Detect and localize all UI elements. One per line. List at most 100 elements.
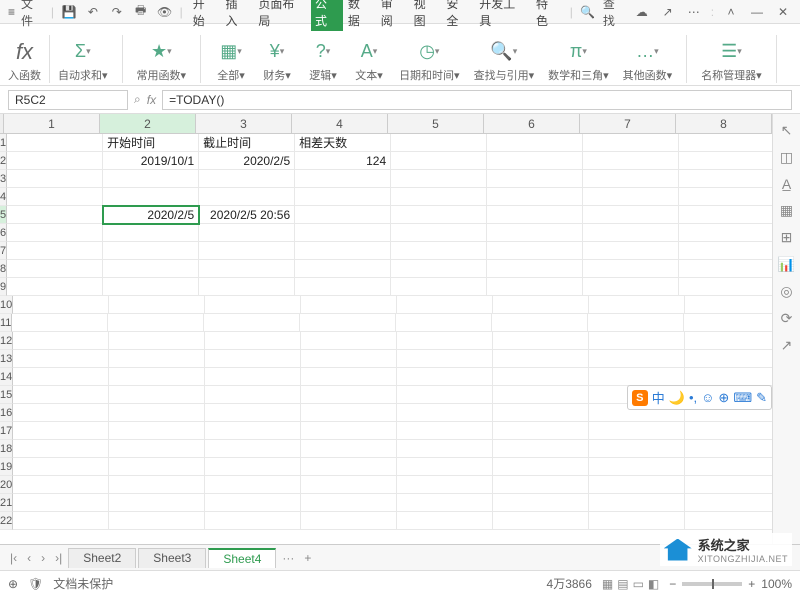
sheet-nav-first[interactable]: |‹ xyxy=(6,551,21,565)
sheet-nav-next[interactable]: › xyxy=(37,551,49,565)
cell[interactable] xyxy=(7,152,103,170)
cell[interactable] xyxy=(679,170,772,188)
cell[interactable]: 2020/2/5 20:56 xyxy=(199,206,295,224)
format-icon[interactable]: A̲ xyxy=(782,176,791,192)
ribbon-group-7[interactable]: ◷▾日期和时间▾ xyxy=(399,37,460,83)
cell[interactable] xyxy=(301,404,397,422)
cell[interactable] xyxy=(685,296,772,314)
col-header[interactable]: 3 xyxy=(196,114,292,133)
cell[interactable] xyxy=(391,242,487,260)
cell[interactable] xyxy=(205,386,301,404)
cell[interactable] xyxy=(103,188,199,206)
cell[interactable] xyxy=(13,494,109,512)
cell[interactable] xyxy=(493,350,589,368)
cell[interactable] xyxy=(583,152,679,170)
sheet-more[interactable]: ··· xyxy=(278,551,298,565)
cell[interactable] xyxy=(109,350,205,368)
cell[interactable] xyxy=(685,458,772,476)
cell[interactable] xyxy=(199,260,295,278)
sheet-tab[interactable]: Sheet2 xyxy=(68,548,136,568)
cell[interactable] xyxy=(397,368,493,386)
cell[interactable] xyxy=(109,476,205,494)
cell[interactable] xyxy=(679,152,772,170)
cell[interactable] xyxy=(679,206,772,224)
row-header[interactable]: 9 xyxy=(0,278,7,296)
cell[interactable] xyxy=(109,458,205,476)
row-header[interactable]: 15 xyxy=(0,386,13,404)
cell[interactable] xyxy=(583,206,679,224)
ribbon-tab-1[interactable]: 插入 xyxy=(222,0,254,31)
cell[interactable] xyxy=(13,296,109,314)
cell[interactable] xyxy=(204,314,300,332)
cell[interactable] xyxy=(487,224,583,242)
row-header[interactable]: 22 xyxy=(0,512,13,530)
ime-emoji-icon[interactable]: ☺ xyxy=(701,390,714,405)
ribbon-group-8[interactable]: 🔍▾查找与引用▾ xyxy=(474,37,535,83)
col-header[interactable]: 5 xyxy=(388,114,484,133)
more-icon[interactable]: ⋯ xyxy=(685,3,703,21)
backup-icon[interactable]: ⟳ xyxy=(781,310,793,327)
preview-icon[interactable]: 👁 xyxy=(156,3,174,21)
cell[interactable] xyxy=(397,458,493,476)
row-header[interactable]: 6 xyxy=(0,224,7,242)
ribbon-tab-0[interactable]: 开始 xyxy=(189,0,221,31)
cell[interactable] xyxy=(391,206,487,224)
ribbon-group-2[interactable]: ★▾常用函数▾ xyxy=(137,37,187,83)
camera-icon[interactable]: ◎ xyxy=(780,283,792,300)
cell[interactable] xyxy=(487,242,583,260)
ribbon-group-3[interactable]: ▦▾全部▾ xyxy=(215,37,247,83)
cell[interactable] xyxy=(493,296,589,314)
cell[interactable] xyxy=(13,458,109,476)
cell[interactable] xyxy=(685,476,772,494)
ribbon-tab-5[interactable]: 审阅 xyxy=(377,0,409,31)
insert-function-group[interactable]: fx 入函数 xyxy=(8,39,41,83)
cell[interactable] xyxy=(109,386,205,404)
cell[interactable] xyxy=(487,260,583,278)
cell[interactable] xyxy=(397,494,493,512)
zoom-slider[interactable] xyxy=(682,582,742,586)
cell[interactable] xyxy=(103,170,199,188)
cell[interactable] xyxy=(583,134,679,152)
ime-punct[interactable]: •, xyxy=(689,390,697,405)
ribbon-tab-7[interactable]: 安全 xyxy=(442,0,474,31)
row-header[interactable]: 5 xyxy=(0,206,7,224)
cell[interactable] xyxy=(13,350,109,368)
cell[interactable]: 截止时间 xyxy=(199,134,295,152)
cell[interactable] xyxy=(397,476,493,494)
cell[interactable] xyxy=(487,152,583,170)
cell[interactable] xyxy=(397,350,493,368)
cell[interactable] xyxy=(397,404,493,422)
cell[interactable] xyxy=(109,296,205,314)
zoom-out-button[interactable]: − xyxy=(669,577,676,591)
row-header[interactable]: 1 xyxy=(0,134,7,152)
row-header[interactable]: 2 xyxy=(0,152,7,170)
collapse-icon[interactable]: ˄ xyxy=(722,3,740,21)
cell[interactable] xyxy=(679,188,772,206)
cell[interactable] xyxy=(109,440,205,458)
cell[interactable] xyxy=(493,476,589,494)
cell[interactable] xyxy=(685,440,772,458)
cell[interactable] xyxy=(583,170,679,188)
cell[interactable] xyxy=(7,170,103,188)
cell[interactable] xyxy=(13,368,109,386)
cell[interactable] xyxy=(13,422,109,440)
cell[interactable] xyxy=(205,476,301,494)
row-header[interactable]: 8 xyxy=(0,260,7,278)
ribbon-tab-2[interactable]: 页面布局 xyxy=(254,0,310,31)
row-header[interactable]: 11 xyxy=(0,314,12,332)
cell[interactable] xyxy=(679,278,772,296)
cell[interactable] xyxy=(391,170,487,188)
cell[interactable]: 2020/2/5 xyxy=(199,152,295,170)
cell[interactable]: 相差天数 xyxy=(295,134,391,152)
cell[interactable] xyxy=(300,314,396,332)
cell[interactable] xyxy=(493,422,589,440)
row-header[interactable]: 3 xyxy=(0,170,7,188)
cell[interactable] xyxy=(205,350,301,368)
cell[interactable] xyxy=(493,440,589,458)
options-icon[interactable]: ⊕ xyxy=(8,577,18,591)
row-header[interactable]: 7 xyxy=(0,242,7,260)
save-icon[interactable]: 💾 xyxy=(60,3,78,21)
cell[interactable] xyxy=(583,188,679,206)
cell[interactable] xyxy=(295,242,391,260)
cell[interactable] xyxy=(589,368,685,386)
